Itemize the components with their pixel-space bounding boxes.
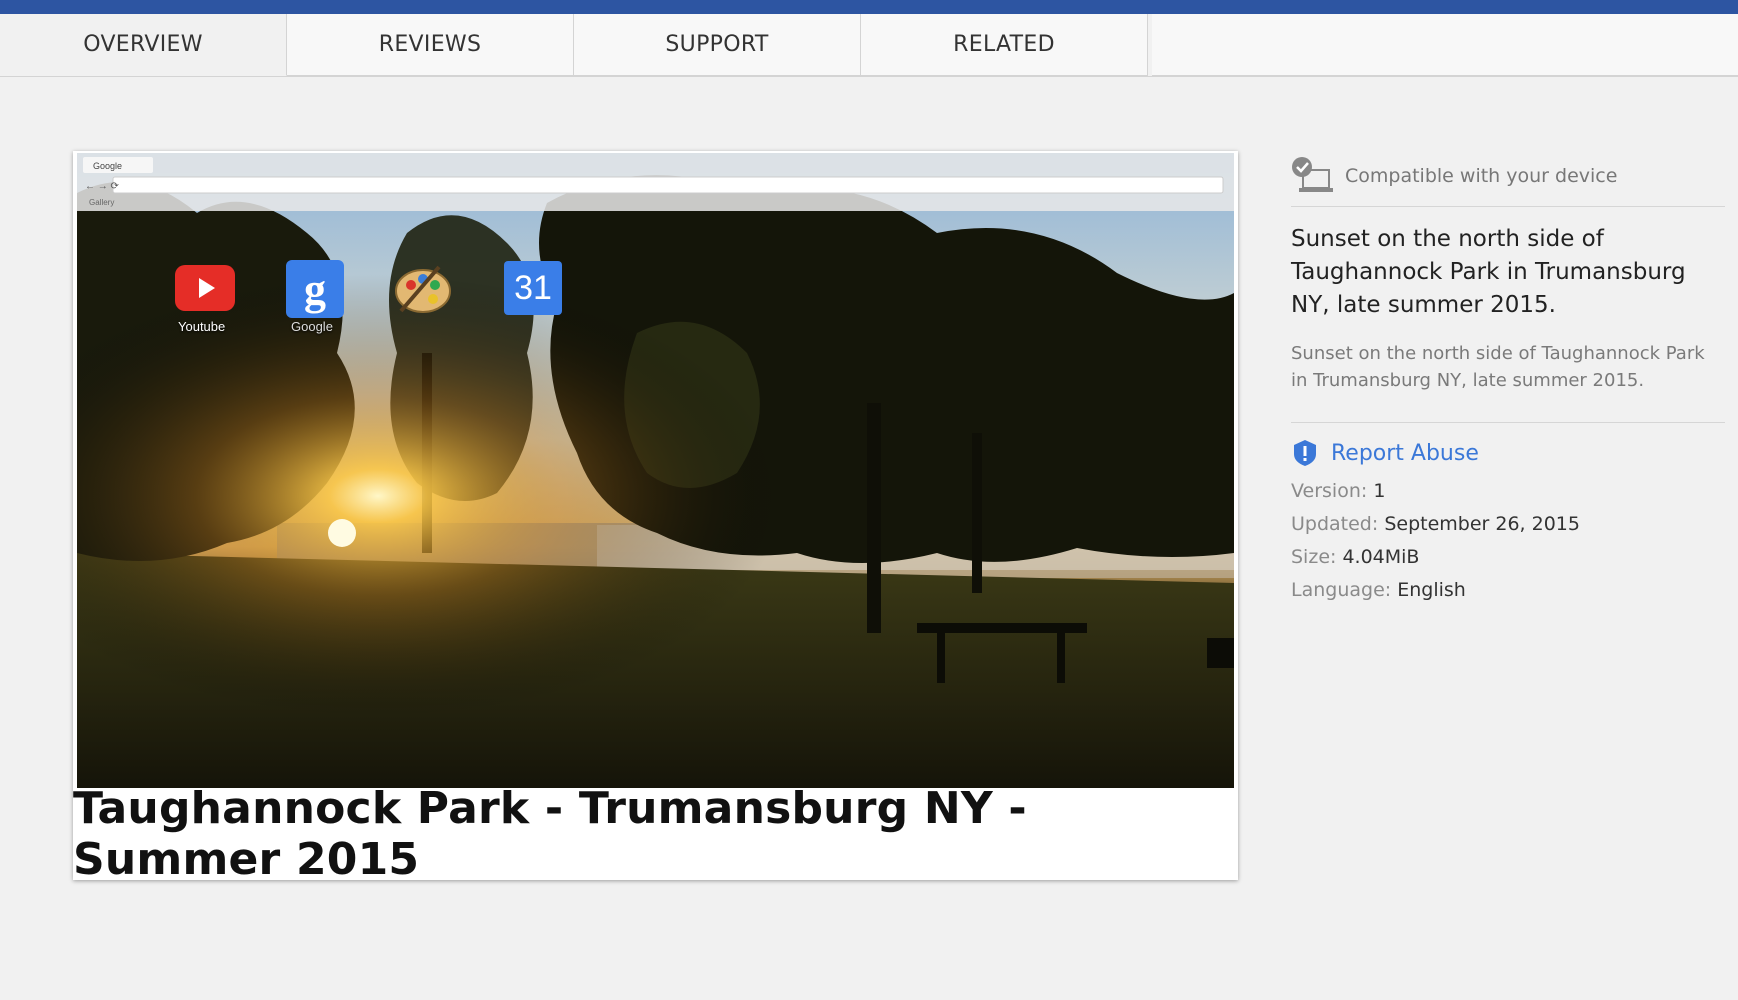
google-icon: g	[286, 260, 344, 318]
metadata-list: Version: 1 Updated: September 26, 2015 S…	[1291, 475, 1725, 607]
calendar-icon: 31	[504, 261, 562, 315]
tab-related[interactable]: RELATED	[861, 14, 1148, 76]
alert-icon	[1291, 439, 1319, 467]
app-label-google: Google	[291, 319, 333, 334]
theme-preview-image: Google ← → ⟳ Gallery Youtube g Google 31	[77, 153, 1234, 788]
report-abuse-row[interactable]: Report Abuse	[1291, 437, 1725, 469]
version-value: 1	[1373, 480, 1386, 502]
details-sidebar: Compatible with your device Sunset on th…	[1291, 146, 1725, 607]
compatibility-row: Compatible with your device	[1291, 146, 1725, 207]
updated-label: Updated:	[1291, 513, 1385, 535]
svg-text:Gallery: Gallery	[89, 198, 114, 207]
report-abuse-link[interactable]: Report Abuse	[1331, 441, 1479, 466]
device-compatible-icon	[1291, 156, 1333, 196]
svg-text:← → ⟳: ← → ⟳	[85, 181, 120, 192]
description-title: Sunset on the north side of Taughannock …	[1291, 226, 1686, 318]
compatibility-text: Compatible with your device	[1345, 165, 1618, 187]
meta-language: Language: English	[1291, 574, 1725, 607]
meta-size: Size: 4.04MiB	[1291, 541, 1725, 574]
tab-bar-filler	[1152, 14, 1738, 76]
language-value: English	[1397, 579, 1466, 601]
tab-overview[interactable]: OVERVIEW	[0, 14, 287, 76]
app-label-youtube: Youtube	[178, 319, 226, 334]
meta-updated: Updated: September 26, 2015	[1291, 508, 1725, 541]
updated-value: September 26, 2015	[1384, 513, 1580, 535]
svg-text:Google: Google	[93, 161, 122, 171]
description-text: Sunset on the north side of Taughannock …	[1291, 340, 1725, 423]
paint-palette-icon	[393, 261, 453, 315]
version-label: Version:	[1291, 480, 1374, 502]
youtube-icon	[175, 265, 235, 311]
top-accent-bar	[0, 0, 1738, 14]
language-label: Language:	[1291, 579, 1398, 601]
tab-bar: OVERVIEW REVIEWS SUPPORT RELATED	[0, 14, 1738, 77]
screenshot-card[interactable]: Google ← → ⟳ Gallery Youtube g Google 31…	[73, 151, 1238, 885]
size-label: Size:	[1291, 546, 1343, 568]
tab-reviews[interactable]: REVIEWS	[287, 14, 574, 76]
meta-version: Version: 1	[1291, 475, 1725, 508]
tab-support[interactable]: SUPPORT	[574, 14, 861, 76]
theme-caption: Taughannock Park - Trumansburg NY - Summ…	[73, 783, 1027, 885]
size-value: 4.04MiB	[1342, 546, 1420, 568]
